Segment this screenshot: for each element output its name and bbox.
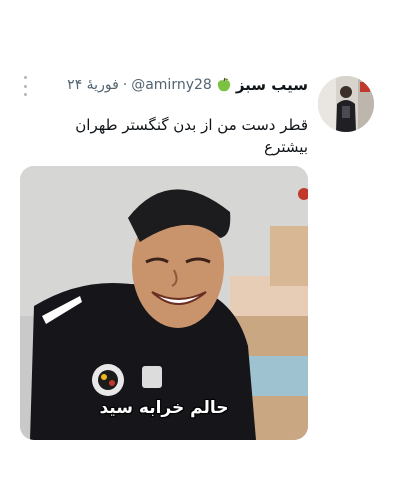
tweet-card[interactable]: سیب سبز @amirny28 · ۲۴ فوریهٔ قطر دست من…: [0, 0, 400, 494]
green-apple-icon: [216, 77, 232, 93]
more-options-icon[interactable]: [18, 76, 32, 96]
author-handle[interactable]: @amirny28: [131, 77, 212, 93]
tweet-text: قطر دست من از بدن گنگستر طهران بیشترع: [75, 116, 308, 156]
tweet-header: سیب سبز @amirny28 · ۲۴ فوریهٔ: [67, 74, 308, 96]
author-name[interactable]: سیب سبز: [236, 76, 308, 94]
separator-dot: ·: [122, 77, 128, 93]
tweet-timestamp[interactable]: ۲۴ فوریهٔ: [67, 77, 119, 93]
avatar[interactable]: [318, 76, 374, 132]
media-caption: حالم خرابه سید: [99, 398, 229, 418]
tweet-media[interactable]: حالم خرابه سید: [20, 166, 308, 440]
